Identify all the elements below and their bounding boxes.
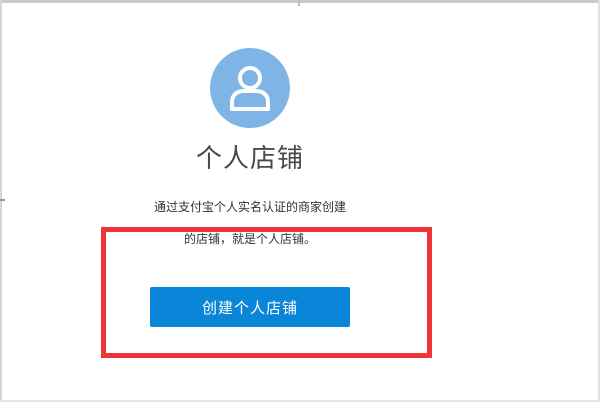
page-title: 个人店铺	[195, 144, 304, 174]
store-description-line1: 通过支付宝个人实名认证的商家创建	[153, 200, 346, 214]
store-description-line2: 的店铺，就是个人店铺。	[183, 232, 316, 246]
left-tick-mark	[0, 199, 5, 201]
top-tick-mark	[298, 0, 300, 6]
create-personal-store-button[interactable]: 创建个人店铺	[150, 287, 350, 327]
window-left-border	[0, 0, 2, 402]
user-icon	[210, 48, 290, 128]
window-top-border	[0, 0, 600, 3]
